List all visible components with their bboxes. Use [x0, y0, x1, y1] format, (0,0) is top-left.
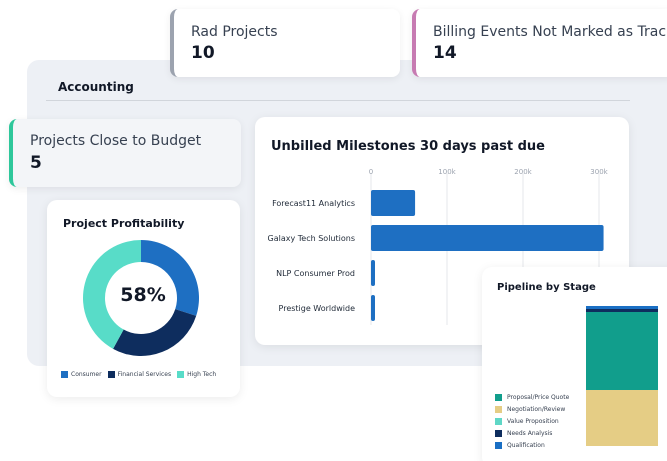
bar: [371, 225, 604, 251]
legend-item: Consumer: [61, 371, 102, 378]
chart-title: Pipeline by Stage: [497, 282, 596, 293]
category-label: Prestige Worldwide: [279, 304, 356, 313]
legend-label: Consumer: [71, 371, 102, 378]
kpi-projects-close-to-budget[interactable]: Projects Close to Budget 5: [9, 119, 241, 187]
legend-item: Financial Services: [107, 371, 172, 378]
bar: [371, 295, 375, 321]
x-tick-label: 300k: [590, 168, 608, 176]
legend-item: Proposal/Price Quote: [495, 391, 569, 403]
legend-swatch: [61, 371, 68, 378]
legend-label: Financial Services: [117, 371, 172, 378]
stack-segment: [586, 389, 658, 446]
category-label: Forecast11 Analytics: [272, 199, 355, 208]
kpi-rad-projects[interactable]: Rad Projects 10: [170, 9, 400, 77]
x-tick-label: 0: [369, 168, 373, 176]
legend-label: Value Proposition: [507, 417, 559, 425]
donut-legend: Consumer Financial Services High Tech: [61, 371, 216, 378]
legend-swatch: [495, 405, 502, 413]
x-tick-label: 200k: [514, 168, 532, 176]
legend-swatch: [177, 371, 185, 378]
legend-label: Qualification: [507, 441, 545, 449]
kpi-label: Projects Close to Budget: [30, 133, 202, 149]
legend-item: Value Proposition: [495, 415, 569, 427]
legend-item: Qualification: [495, 439, 569, 451]
kpi-billing-events[interactable]: Billing Events Not Marked as Tracked 14: [412, 9, 667, 77]
legend-item: Needs Analysis: [495, 427, 569, 439]
pipeline-by-stage-card: Pipeline by Stage Proposal/Price Quote Ne…: [482, 267, 667, 461]
section-divider: [46, 100, 630, 101]
stack-segment: [586, 311, 658, 390]
pipeline-stacked-bar: [586, 306, 658, 446]
kpi-value: 10: [191, 43, 215, 63]
legend-label: Needs Analysis: [507, 429, 553, 437]
donut-slice: [113, 309, 197, 356]
legend-swatch: [495, 429, 502, 437]
legend-swatch: [495, 393, 502, 401]
bar: [371, 190, 416, 216]
kpi-label: Rad Projects: [191, 24, 278, 40]
legend-item: High Tech: [177, 371, 216, 378]
legend-label: High Tech: [187, 371, 217, 378]
x-tick-label: 100k: [438, 168, 456, 176]
kpi-label: Billing Events Not Marked as Tracked: [433, 24, 667, 40]
legend-label: Negotiation/Review: [507, 405, 566, 413]
chart-title: Unbilled Milestones 30 days past due: [271, 139, 545, 154]
kpi-value: 14: [433, 43, 457, 63]
legend-item: Negotiation/Review: [495, 403, 569, 415]
donut-center-value: 58%: [120, 284, 166, 306]
pipeline-legend: Proposal/Price Quote Negotiation/Review Va…: [495, 391, 569, 451]
category-label: Galaxy Tech Solutions: [268, 234, 355, 243]
legend-swatch: [495, 417, 502, 425]
section-title: Accounting: [58, 80, 134, 94]
project-profitability-card: Project Profitability 58% Consumer Financ…: [47, 200, 240, 397]
legend-swatch: [495, 441, 502, 449]
bar: [371, 260, 375, 286]
kpi-value: 5: [30, 153, 42, 173]
legend-label: Proposal/Price Quote: [507, 393, 570, 401]
category-label: NLP Consumer Prod: [276, 269, 355, 278]
legend-swatch: [107, 371, 115, 378]
